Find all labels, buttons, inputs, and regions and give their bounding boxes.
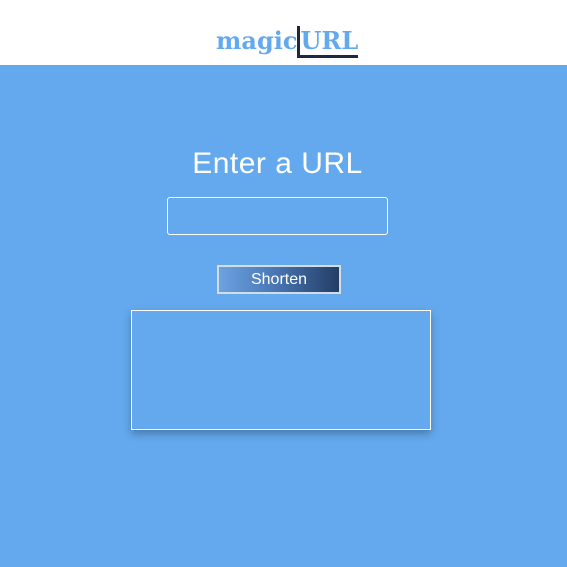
main-panel: Enter a URL Shorten bbox=[0, 65, 567, 567]
page-title: Enter a URL bbox=[192, 147, 363, 180]
logo[interactable]: magic URL bbox=[216, 26, 359, 60]
result-output-box bbox=[131, 310, 431, 430]
shorten-button[interactable]: Shorten bbox=[217, 265, 341, 294]
url-input[interactable] bbox=[167, 197, 388, 235]
site-header: magic URL bbox=[0, 0, 567, 65]
logo-url-text: URL bbox=[297, 26, 359, 58]
logo-magic-text: magic bbox=[216, 26, 298, 55]
